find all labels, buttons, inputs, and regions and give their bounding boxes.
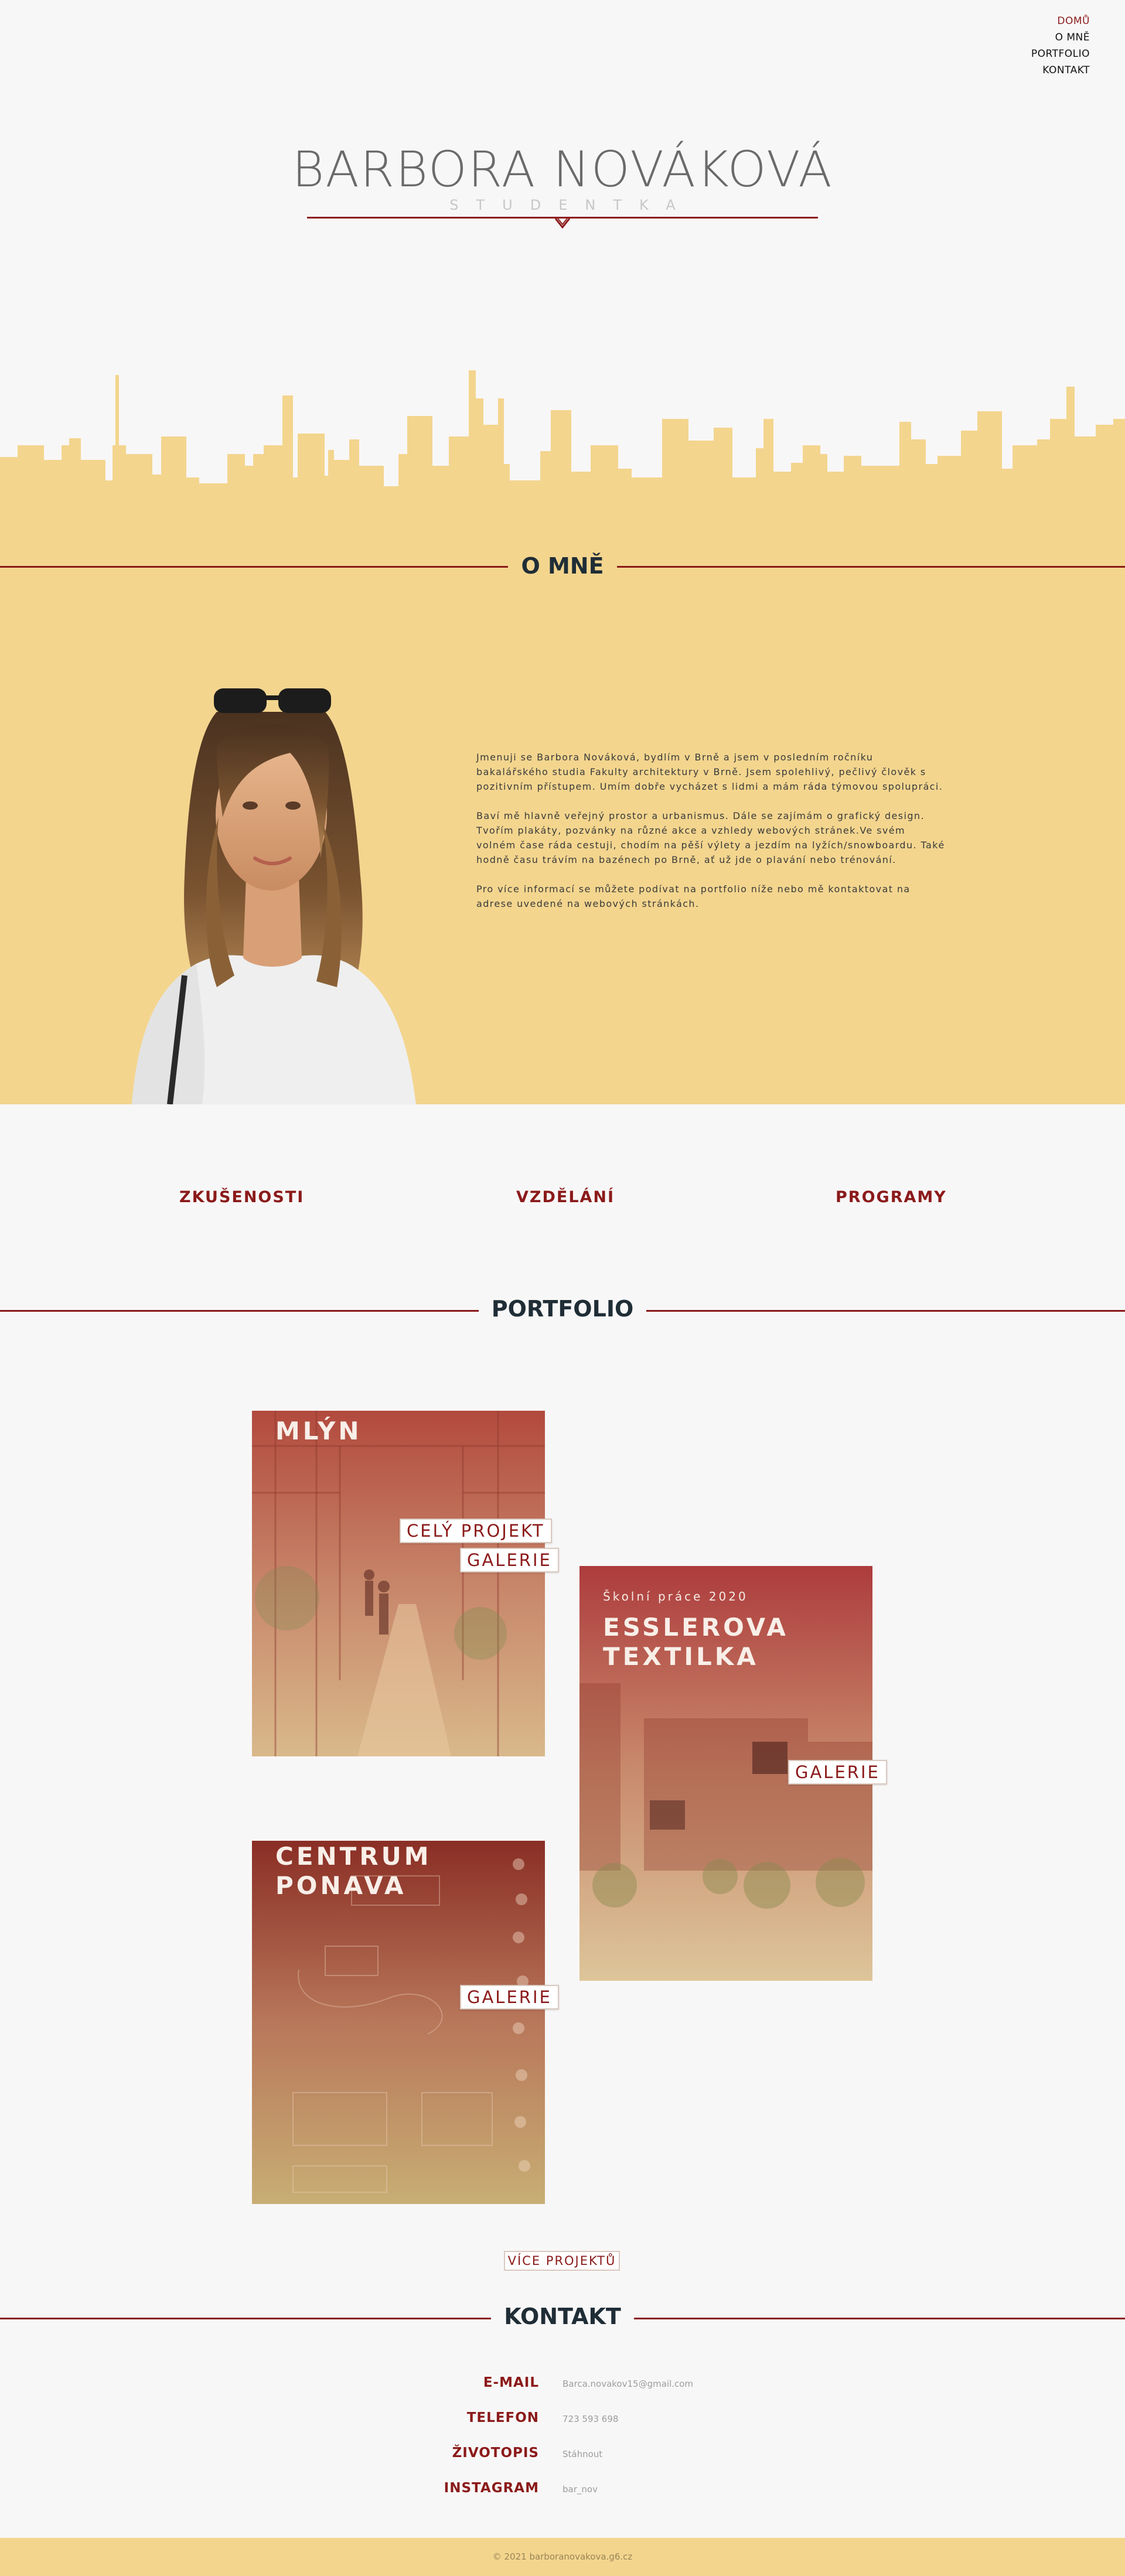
about-title: O MNĚ [508,553,617,579]
project-title-line: PONAVA [275,1871,407,1900]
project-image [252,1411,545,1756]
project-title: MLÝN [275,1417,362,1445]
email-label: E-MAIL [483,2375,539,2390]
phone-label: TELEFON [466,2410,539,2425]
main-nav: DOMŮ O MNĚ PORTFOLIO KONTAKT [1031,13,1090,79]
cv-download-link[interactable]: Stáhnout [562,2449,602,2459]
instagram-link[interactable]: bar_nov [562,2484,598,2495]
instagram-label: INSTAGRAM [444,2481,539,2496]
phone-value[interactable]: 723 593 698 [562,2414,618,2424]
city-skyline-illustration [0,370,1125,557]
project-title: ESSLEROVA TEXTILKA [603,1613,789,1671]
project-subtitle: Školní práce 2020 [603,1589,748,1603]
about-paragraph: Pro více informací se můžete podívat na … [476,883,911,909]
programs-link[interactable]: PROGRAMY [836,1188,947,1206]
project-card-ponava[interactable]: CENTRUM PONAVA [252,1841,545,2204]
more-projects-button[interactable]: VÍCE PROJEKTŮ [504,2251,620,2271]
contact-title: KONTAKT [491,2304,634,2329]
about-text: Jmenuji se Barbora Nováková, bydlím v Br… [476,750,945,926]
hero-subtitle: STUDENTKA [449,197,693,213]
gallery-button[interactable]: GALERIE [788,1760,887,1785]
nav-link-about[interactable]: O MNĚ [1031,29,1090,46]
education-link[interactable]: VZDĚLÁNÍ [516,1188,615,1206]
chevron-down-icon[interactable] [554,217,571,231]
project-title: CENTRUM PONAVA [275,1842,432,1901]
about-paragraph: Baví mě hlavně veřejný prostor a urbanis… [476,810,945,865]
project-title-line: CENTRUM [275,1842,432,1871]
email-value[interactable]: Barca.novakov15@gmail.com [562,2379,693,2389]
cv-label: ŽIVOTOPIS [452,2445,539,2461]
project-card-mlyn[interactable]: MLÝN [252,1411,545,1756]
about-paragraph: Jmenuji se Barbora Nováková, bydlím v Br… [476,752,943,792]
gallery-button[interactable]: GALERIE [460,1985,559,2009]
nav-link-home[interactable]: DOMŮ [1031,13,1090,29]
project-title-line: TEXTILKA [603,1642,759,1671]
profile-photo [132,688,416,1104]
full-project-button[interactable]: CELÝ PROJEKT [400,1519,552,1543]
gallery-button[interactable]: GALERIE [460,1548,559,1572]
nav-link-portfolio[interactable]: PORTFOLIO [1031,46,1090,62]
project-title-line: ESSLEROVA [603,1613,789,1642]
experience-link[interactable]: ZKUŠENOSTI [179,1188,304,1206]
hero-title: BARBORA NOVÁKOVÁ [292,141,833,198]
portfolio-title: PORTFOLIO [478,1296,647,1322]
nav-link-contact[interactable]: KONTAKT [1031,62,1090,79]
footer: © 2021 barboranovakova.g6.cz [0,2538,1125,2576]
